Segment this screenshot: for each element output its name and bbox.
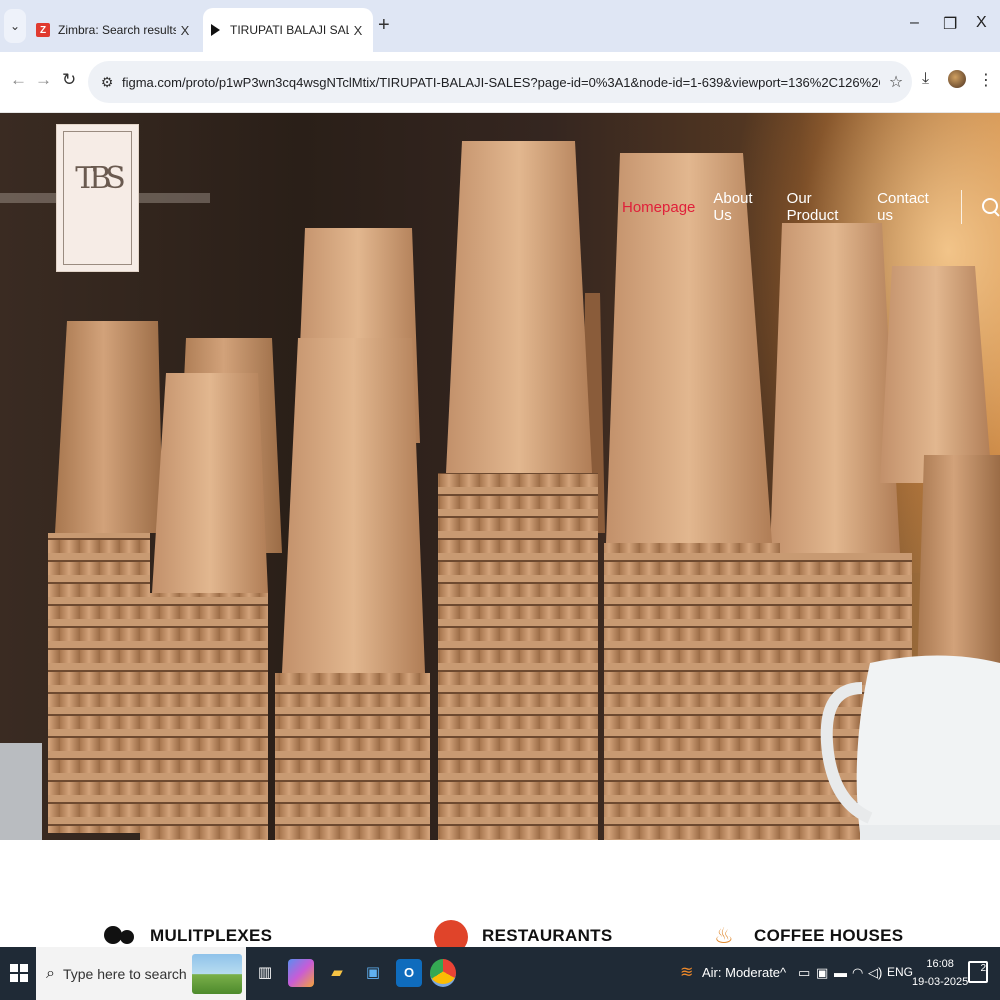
address-bar[interactable]: ⚙ figma.com/proto/p1wP3wn3cq4wsgNTclMtix… (88, 61, 912, 103)
search-icon: ⌕ (46, 964, 55, 982)
tab-strip: ⌄ Z Zimbra: Search results X TIRUPATI BA… (0, 0, 1000, 52)
battery-icon[interactable]: ▬ (834, 965, 847, 980)
air-quality-icon[interactable]: ≋ (680, 962, 693, 982)
category-strip: MULITPLEXES RESTAURANTS ♨ COFFEE HOUSES (0, 840, 1000, 954)
volume-icon[interactable]: ◁) (868, 965, 882, 981)
steam-icon: ♨ (713, 923, 735, 948)
nav-divider (961, 190, 963, 224)
windows-start-icon[interactable] (10, 964, 28, 982)
bookmark-star-icon[interactable]: ☆ (880, 72, 912, 92)
taskbar-search-box[interactable]: ⌕ Type here to search (36, 947, 246, 1000)
minimize-button[interactable]: – (910, 14, 919, 32)
site-info-icon[interactable]: ⚙ (94, 74, 120, 91)
logo-frame (63, 131, 132, 265)
language-indicator[interactable]: ENG (887, 965, 913, 979)
category-coffee-houses[interactable]: ♨ COFFEE HOUSES (706, 924, 903, 948)
nav-about-us[interactable]: About Us (713, 190, 768, 224)
taskbar-search-placeholder: Type here to search (62, 965, 187, 982)
clock[interactable]: 16:08 19-03-2025 (912, 955, 968, 991)
tab-zimbra[interactable]: Z Zimbra: Search results X (30, 8, 200, 52)
clock-time: 16:08 (926, 958, 954, 970)
category-multiplexes[interactable]: MULITPLEXES (102, 924, 272, 948)
tab-title: TIRUPATI BALAJI SALES (230, 23, 349, 37)
site-nav: Homepage About Us Our Product Contact us (622, 190, 1000, 224)
restore-button[interactable]: ❐ (943, 14, 957, 34)
new-tab-button[interactable]: + (378, 14, 390, 37)
category-label: MULITPLEXES (150, 926, 273, 945)
tbs-logo[interactable]: TBS (56, 124, 139, 272)
download-icon[interactable]: ⤓ (922, 70, 929, 88)
url-text[interactable]: figma.com/proto/p1wP3wn3cq4wsgNTclMtix/T… (122, 75, 880, 90)
film-reel-icon (102, 924, 138, 948)
windows-taskbar: ⌕ Type here to search ▥ ▰ ▣ O ≋ Air: Mod… (0, 947, 1000, 1000)
search-highlight-image (192, 953, 242, 994)
outlook-icon[interactable]: O (396, 959, 422, 987)
wifi-icon[interactable]: ◠ (852, 965, 863, 981)
nav-our-product[interactable]: Our Product (787, 190, 859, 224)
tab-close-icon[interactable]: X (176, 23, 194, 38)
category-label: COFFEE HOUSES (754, 926, 904, 945)
clock-date: 19-03-2025 (912, 976, 969, 988)
search-icon[interactable] (980, 196, 1000, 218)
reload-icon[interactable]: ↻ (62, 70, 76, 90)
file-explorer-icon[interactable]: ▰ (324, 959, 350, 987)
chrome-icon[interactable] (430, 959, 456, 987)
tab-close-icon[interactable]: X (349, 23, 367, 38)
store-icon[interactable]: ▣ (360, 959, 386, 987)
back-icon[interactable]: ← (10, 70, 27, 90)
tab-tirupati[interactable]: TIRUPATI BALAJI SALES X (203, 8, 373, 52)
chevron-up-icon[interactable]: ^ (780, 965, 786, 980)
copilot-icon[interactable] (288, 959, 314, 987)
tab-title: Zimbra: Search results (58, 23, 176, 37)
plate-icon (434, 920, 470, 954)
weather-text[interactable]: Air: Moderate (702, 965, 780, 980)
meet-icon[interactable]: ▭ (798, 965, 810, 981)
window-close-button[interactable]: X (976, 14, 987, 32)
category-restaurants[interactable]: RESTAURANTS (434, 920, 613, 954)
menu-icon[interactable]: ⋮ (978, 70, 994, 90)
nav-contact-us[interactable]: Contact us (877, 190, 941, 224)
figma-play-icon (211, 24, 220, 36)
forward-icon[interactable]: → (35, 70, 52, 90)
nav-homepage[interactable]: Homepage (622, 199, 695, 216)
zimbra-icon: Z (36, 23, 50, 37)
security-icon[interactable]: ▣ (816, 965, 828, 981)
profile-avatar[interactable] (948, 70, 966, 88)
tab-search-button[interactable]: ⌄ (4, 9, 26, 43)
logo-monogram: TBS (75, 161, 126, 196)
browser-toolbar: ← → ↻ ⚙ figma.com/proto/p1wP3wn3cq4wsgNT… (0, 52, 1000, 113)
notification-count: 2 (980, 963, 986, 974)
category-label: RESTAURANTS (482, 926, 613, 945)
notification-icon[interactable]: 2 (968, 961, 988, 983)
task-view-icon[interactable]: ▥ (252, 959, 278, 987)
